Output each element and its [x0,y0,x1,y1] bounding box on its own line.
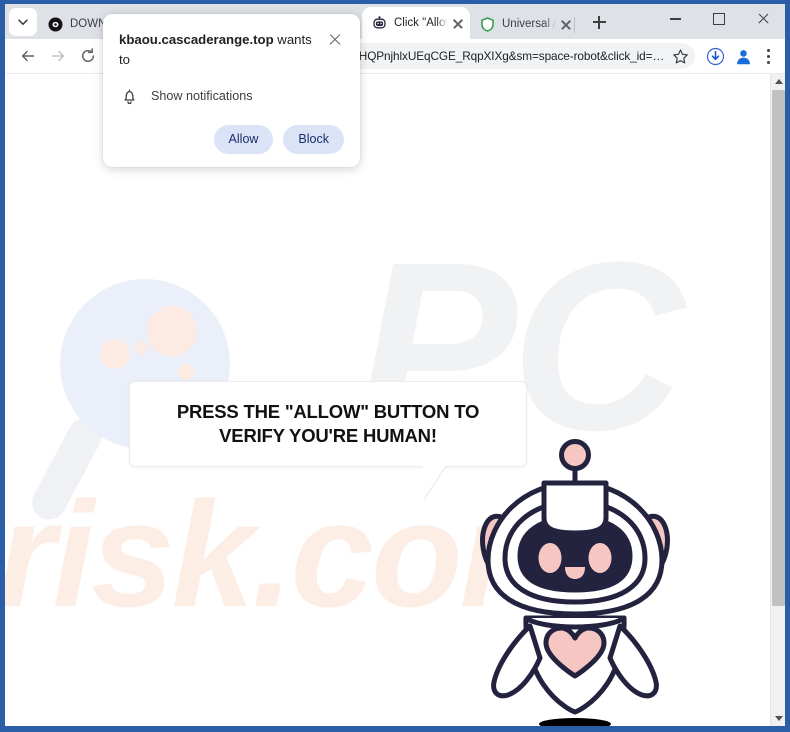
reload-button[interactable] [73,41,103,71]
profile-button[interactable] [729,42,757,70]
permission-request-row: Show notifications [119,88,344,105]
minimize-button[interactable] [653,4,697,34]
crater-graphic [147,306,197,356]
crater-graphic [100,339,130,369]
speech-bubble-text: PRESS THE "ALLOW" BUTTON TO VERIFY YOU'R… [176,401,480,446]
dialog-header: kbaou.cascaderange.top wants to [119,30,344,70]
dark-circle-icon [47,16,63,32]
browser-window: DOWNLOAD [0,0,790,732]
speech-bubble-tail [423,466,445,500]
forward-button[interactable] [43,41,73,71]
dialog-title: kbaou.cascaderange.top wants to [119,30,326,70]
tab-title: Universal Ad [502,18,556,30]
permission-request-label: Show notifications [151,89,253,104]
bell-icon [121,88,138,105]
arrow-right-icon [51,50,65,62]
crater-graphic [135,341,148,354]
dialog-origin: kbaou.cascaderange.top [119,32,274,47]
block-button[interactable]: Block [283,124,344,154]
dialog-actions: Allow Block [119,124,344,154]
vertical-scrollbar[interactable] [770,74,785,726]
crater-graphic [178,364,194,380]
chrome-menu-button[interactable] [757,42,779,70]
maximize-button[interactable] [697,4,741,34]
notification-permission-dialog: kbaou.cascaderange.top wants to Show not… [103,14,360,167]
new-tab-button[interactable] [585,8,613,36]
tab-universal-ad[interactable]: Universal Ad [470,9,578,39]
window-controls [653,4,785,39]
tab-separator [574,17,575,33]
tab-click-allow[interactable]: Click "Allow" [362,7,470,39]
kebab-dot [766,55,770,58]
chrome-shell: DOWNLOAD [5,4,785,726]
kebab-dot [766,49,770,52]
allow-button[interactable]: Allow [213,124,274,154]
download-icon [706,47,724,65]
green-shield-icon [479,16,495,32]
tab-close-icon[interactable] [558,16,574,32]
tab-close-icon[interactable] [450,15,466,31]
space-robot-mascot [468,436,683,726]
scroll-down-arrow-icon[interactable] [771,711,785,726]
tab-strip-spacer [574,9,579,39]
scrollbar-thumb[interactable] [772,90,785,606]
tab-title: Click "Allow" [394,17,448,29]
chevron-down-icon [18,19,28,25]
reload-icon [81,48,95,62]
arrow-left-icon [21,50,35,62]
bookmark-star-icon[interactable] [672,48,689,65]
scroll-up-arrow-icon[interactable] [771,74,785,89]
robot-icon [371,15,387,31]
close-icon[interactable] [326,31,344,49]
page-viewport: PC risk.com PRESS THE "ALLOW" BUTTON TO … [5,74,785,726]
kebab-dot [766,61,770,64]
back-button[interactable] [13,41,43,71]
close-button[interactable] [741,4,785,34]
tab-search-button[interactable] [9,8,37,36]
profile-avatar-icon [736,49,750,64]
downloads-button[interactable] [701,42,729,70]
magnifier-handle-graphic [26,412,108,526]
